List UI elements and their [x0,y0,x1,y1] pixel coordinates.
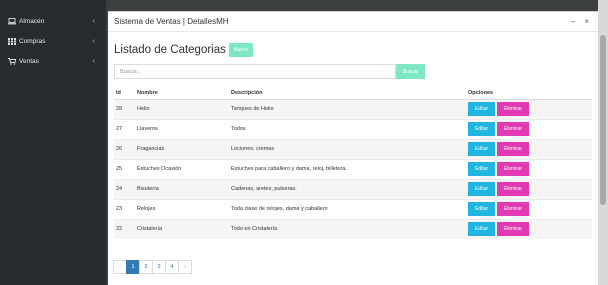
search-button[interactable]: Buscar [396,64,425,79]
column-header-options: Opciones [466,88,592,100]
cell-options: Editar Eliminar [466,198,592,219]
table-row: 25 Estuches Ocasión Estuches para caball… [114,158,592,179]
pagination-next[interactable]: › [178,260,192,274]
cell-description: Todos [229,118,466,139]
cell-options: Editar Eliminar [466,98,592,119]
table-row: 23 Relojes Toda clase de relojes, dama y… [114,198,592,219]
sidebar-item-almacen[interactable]: Almacén ‹ [0,11,106,31]
minimize-button[interactable]: – [571,17,575,26]
edit-button[interactable]: Editar [468,222,495,237]
column-header-name: Nombre [135,88,229,100]
delete-button[interactable]: Eliminar [497,222,529,237]
cell-options: Editar Eliminar [466,158,592,179]
cell-description: Lociones, cremas [229,138,466,159]
edit-button[interactable]: Editar [468,102,495,116]
delete-button[interactable]: Eliminar [497,202,529,216]
sidebar-item-label: Ventas [19,57,39,65]
cell-id: 24 [114,178,135,199]
table-row: 26 Fragancias Lociones, cremas Editar Eli… [114,138,592,159]
cell-id: 25 [114,158,135,179]
cell-options: Editar Eliminar [466,118,592,139]
delete-button[interactable]: Eliminar [497,122,529,136]
modal-window: Sistema de Ventas | DetallesMH – × Lista… [108,11,598,285]
column-header-description: Descripción [229,88,466,100]
laptop-icon [7,17,16,25]
cell-id: 23 [114,198,135,219]
page-title: Listado de Categorias [114,44,226,56]
table-row: 24 Bisutería Cadenas, aretes, pulseras. … [114,178,592,199]
sidebar-item-label: Almacén [19,17,45,25]
cell-name: Llaveros [135,118,229,139]
table-header-row: Id Nombre Descripción Opciones [114,88,592,100]
chevron-left-icon: ‹ [92,17,95,25]
modal-title: Sistema de Ventas | DetallesMH [114,17,229,26]
cell-id: 26 [114,138,135,159]
delete-button[interactable]: Eliminar [497,182,529,196]
sidebar: Almacén ‹ Compras ‹ Ventas ‹ [0,0,106,285]
edit-button[interactable]: Editar [468,162,495,176]
cell-name: Bisutería [135,178,229,199]
cell-description: Todo en Cristalería [229,218,466,239]
pagination-page-1[interactable]: 1 [126,260,140,274]
cell-description: Toda clase de relojes, dama y caballero [229,198,466,219]
sidebar-item-label: Compras [19,37,46,45]
delete-button[interactable]: Eliminar [497,142,529,156]
delete-button[interactable]: Eliminar [497,102,529,116]
edit-button[interactable]: Editar [468,202,495,216]
delete-button[interactable]: Eliminar [497,162,529,176]
cell-id: 27 [114,118,135,139]
cell-description: Cadenas, aretes, pulseras. [229,178,466,199]
new-category-button[interactable]: Nuevo [228,43,254,57]
categories-table: Id Nombre Descripción Opciones 28 Helio … [114,88,592,239]
table-row: 28 Helio Tanques de Helio Editar Eliminar [114,98,592,119]
modal-header: Sistema de Ventas | DetallesMH – × [108,12,598,32]
cell-id: 22 [114,218,135,239]
pagination-page-4[interactable]: 4 [165,260,179,274]
cart-icon [7,57,16,65]
table-row: 27 Llaveros Todos Editar Eliminar [114,118,592,139]
pagination-page-3[interactable]: 3 [152,260,166,274]
cell-name: Fragancias [135,138,229,159]
sidebar-item-compras[interactable]: Compras ‹ [0,31,106,51]
search-bar: Buscar... Buscar [114,64,425,79]
cell-name: Estuches Ocasión [135,158,229,179]
cell-description: Tanques de Helio [229,98,466,119]
edit-button[interactable]: Editar [468,122,495,136]
column-header-id: Id [114,88,135,100]
cell-id: 28 [114,98,135,119]
close-button[interactable]: × [584,17,589,26]
pagination: ‹ 1 2 3 4 › [113,260,192,274]
cell-name: Relojes [135,198,229,219]
cell-options: Editar Eliminar [466,178,592,199]
edit-button[interactable]: Editar [468,142,495,156]
cell-options: Editar Eliminar [466,218,592,239]
cell-description: Estuches para caballero y dama, reloj, b… [229,158,466,179]
chevron-left-icon: ‹ [92,37,95,45]
chevron-left-icon: ‹ [92,57,95,65]
sidebar-item-ventas[interactable]: Ventas ‹ [0,51,106,71]
table-row: 22 Cristalería Todo en Cristalería Edita… [114,218,592,239]
heading-row: Listado de Categorias Nuevo [114,43,254,57]
cell-name: Helio [135,98,229,119]
edit-button[interactable]: Editar [468,182,495,196]
search-input[interactable]: Buscar... [114,64,396,79]
pagination-page-2[interactable]: 2 [139,260,153,274]
grid-icon [7,37,16,45]
pagination-prev[interactable]: ‹ [113,260,127,274]
cell-options: Editar Eliminar [466,138,592,159]
cell-name: Cristalería [135,218,229,239]
page-scrollbar-thumb[interactable] [600,35,606,205]
